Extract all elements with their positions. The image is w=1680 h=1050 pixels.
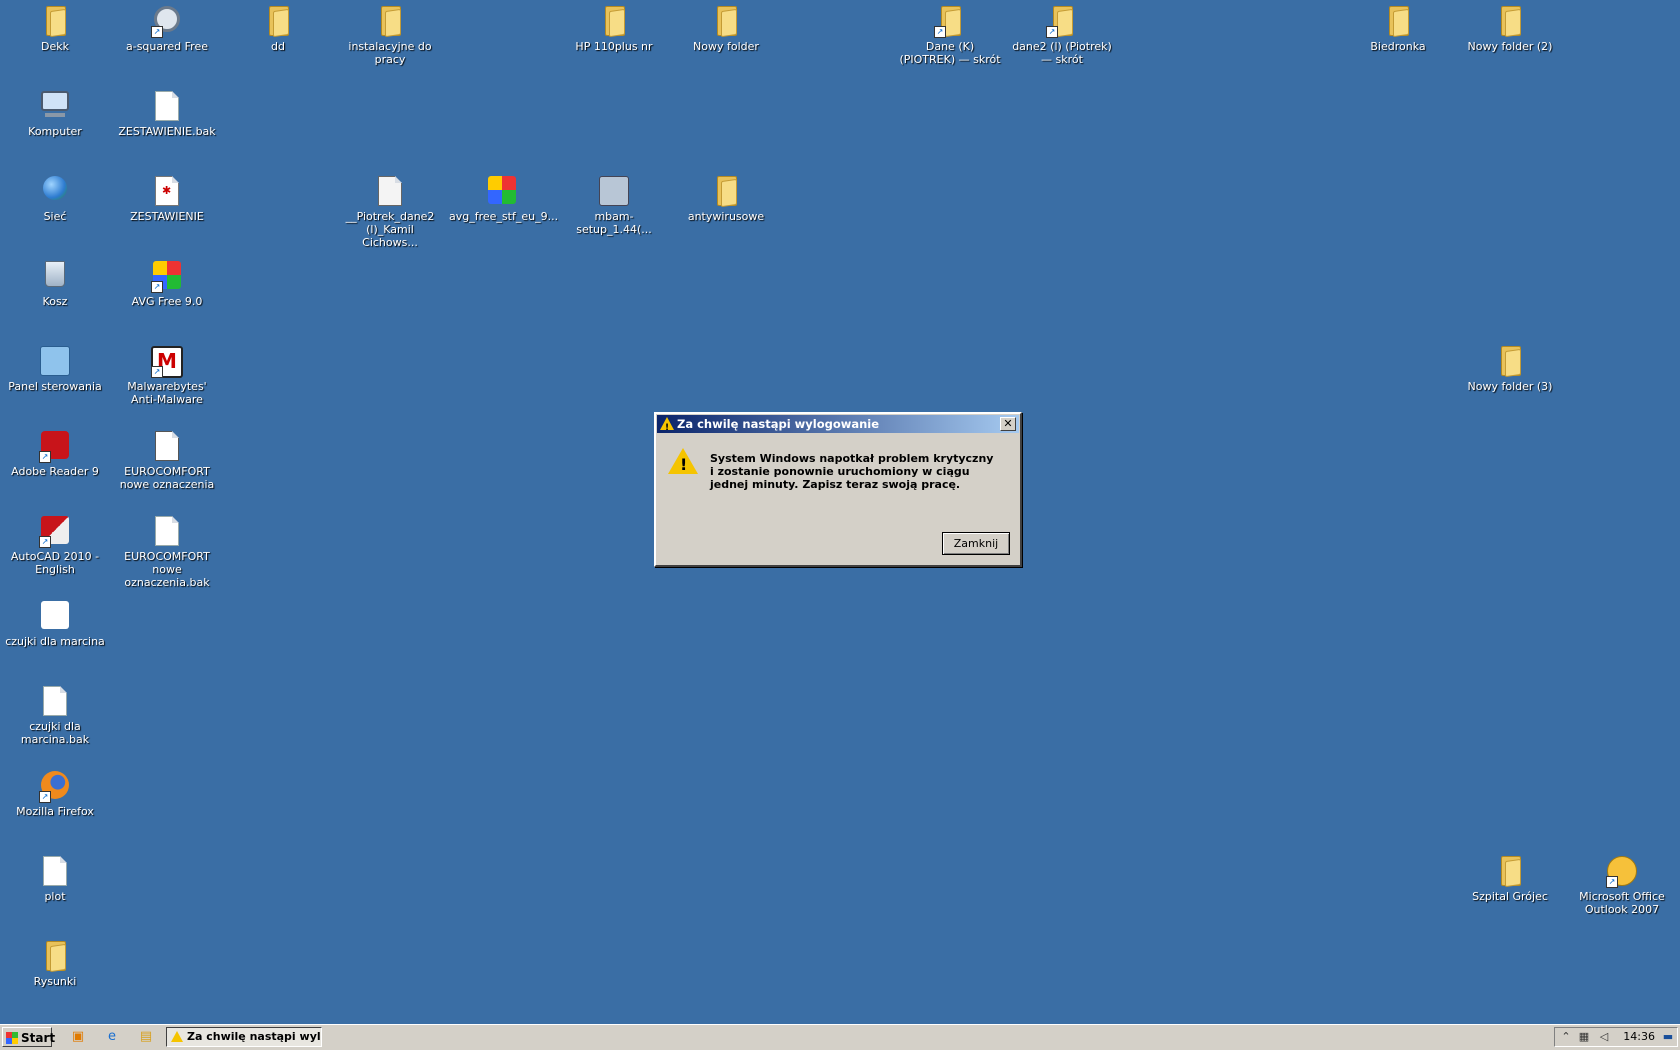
desktop-icon-instalacyjne[interactable]: instalacyjne do pracy: [335, 0, 445, 66]
folder-icon: [710, 176, 742, 208]
drawing-file-icon: ✱: [151, 176, 183, 208]
desktop-icon-mbam-setup[interactable]: mbam-setup_1.44(...: [559, 170, 669, 236]
warning-icon: [171, 1031, 183, 1042]
dialog-message: System Windows napotkał problem krytyczn…: [710, 452, 994, 491]
network-folder-shortcut-icon: ↗: [934, 6, 966, 38]
folder-icon: [1382, 6, 1414, 38]
folder-icon: [1494, 6, 1526, 38]
dialog-title: Za chwilę nastąpi wylogowanie: [677, 417, 880, 431]
recycle-bin-icon: [39, 261, 71, 293]
start-button[interactable]: Start: [2, 1027, 55, 1047]
desktop-icon-plot[interactable]: plot: [0, 850, 110, 903]
network-globe-icon: [39, 176, 71, 208]
show-desktop-icon[interactable]: ▬: [1661, 1030, 1675, 1044]
taskbar: Start ▣ e ▤ Za chwilę nastąpi wyl... ⌃ ▦…: [0, 1024, 1680, 1050]
document-icon: [39, 686, 71, 718]
avg-shortcut-icon: ↗: [151, 261, 183, 293]
document-icon: [151, 91, 183, 123]
folder-icon: [262, 6, 294, 38]
desktop-icon-nowy-folder-2[interactable]: Nowy folder (2): [1455, 0, 1565, 53]
internet-explorer-icon[interactable]: e: [104, 1029, 120, 1045]
desktop-icon-panel-sterowania[interactable]: Panel sterowania: [0, 340, 110, 393]
desktop-icon-rysunki[interactable]: Rysunki: [0, 935, 110, 988]
document-icon: [151, 516, 183, 548]
desktop-icon-eurocomfort[interactable]: EUROCOMFORT nowe oznaczenia: [112, 425, 222, 491]
drawing-file-icon: [374, 176, 406, 208]
desktop-icon-nowy-folder-3[interactable]: Nowy folder (3): [1455, 340, 1565, 393]
folder-icon: [598, 6, 630, 38]
drawing-file-icon: [39, 601, 71, 633]
desktop-icon-siec[interactable]: Sieć: [0, 170, 110, 223]
outlook-shortcut-icon: ↗: [1606, 856, 1638, 888]
desktop-icon-dekk[interactable]: Dekk: [0, 0, 110, 53]
desktop-icon-adobe-reader[interactable]: ↗ Adobe Reader 9: [0, 425, 110, 478]
folder-icon: [710, 6, 742, 38]
media-player-icon[interactable]: ▣: [70, 1029, 86, 1045]
setup-installer-icon: [598, 176, 630, 208]
desktop-icon-hp-110plus[interactable]: HP 110plus nr: [559, 0, 669, 53]
desktop-icon-zestawienie[interactable]: ✱ ZESTAWIENIE: [112, 170, 222, 223]
control-panel-icon: [39, 346, 71, 378]
desktop-icon-antywirusowe[interactable]: antywirusowe: [671, 170, 781, 223]
text-document-icon: [39, 856, 71, 888]
system-tray: ⌃ ▦ ◁ 14:36 ▬: [1554, 1027, 1678, 1047]
zamknij-button[interactable]: Zamknij: [942, 532, 1010, 555]
magnifier-shortcut-icon: ↗: [151, 6, 183, 38]
desktop-icon-komputer[interactable]: Komputer: [0, 85, 110, 138]
desktop-icon-czujki-bak[interactable]: czujki dla marcina.bak: [0, 680, 110, 746]
clock[interactable]: 14:36: [1623, 1028, 1655, 1046]
explorer-folder-icon[interactable]: ▤: [138, 1029, 154, 1045]
avg-installer-icon: [486, 176, 518, 208]
desktop-icon-szpital-grojec[interactable]: Szpital Grójec: [1455, 850, 1565, 903]
folder-icon: [1494, 346, 1526, 378]
folder-icon: [374, 6, 406, 38]
malwarebytes-shortcut-icon: M ↗: [151, 346, 183, 378]
autocad-shortcut-icon: ↗: [39, 516, 71, 548]
drawing-file-icon: [151, 431, 183, 463]
firefox-shortcut-icon: ↗: [39, 771, 71, 803]
desktop-icon-avg-free-stf[interactable]: avg_free_stf_eu_9...: [447, 170, 558, 223]
desktop-icon-zestawienie-bak[interactable]: ZESTAWIENIE.bak: [112, 85, 222, 138]
folder-icon: [1494, 856, 1526, 888]
warning-icon: !: [668, 448, 698, 476]
desktop-icon-czujki[interactable]: czujki dla marcina: [0, 595, 110, 648]
desktop-icon-eurocomfort-bak[interactable]: EUROCOMFORT nowe oznaczenia.bak: [112, 510, 222, 589]
adobe-reader-shortcut-icon: ↗: [39, 431, 71, 463]
network-folder-shortcut-icon: ↗: [1046, 6, 1078, 38]
desktop-icon-malwarebytes[interactable]: M ↗ Malwarebytes' Anti-Malware: [112, 340, 222, 406]
warning-icon: [660, 417, 674, 437]
windows-logo-icon: [6, 1032, 18, 1044]
dialog-title-bar[interactable]: Za chwilę nastąpi wylogowanie ✕: [657, 415, 1019, 437]
folder-icon: [39, 941, 71, 973]
desktop-icon-biedronka[interactable]: Biedronka: [1343, 0, 1453, 53]
desktop-icon-dd[interactable]: dd: [223, 0, 333, 53]
close-button[interactable]: ✕: [1000, 417, 1016, 431]
taskbar-item-logoff-warning[interactable]: Za chwilę nastąpi wyl...: [166, 1027, 322, 1047]
network-icon[interactable]: ▦: [1577, 1030, 1591, 1044]
desktop-icon-avg-free-90[interactable]: ↗ AVG Free 9.0: [112, 255, 222, 308]
show-hidden-icons-icon[interactable]: ⌃: [1559, 1030, 1573, 1044]
desktop-icon-nowy-folder[interactable]: Nowy folder: [671, 0, 781, 53]
user-folder-icon: [39, 6, 71, 38]
desktop-icon-autocad[interactable]: ↗ AutoCAD 2010 - English: [0, 510, 110, 576]
volume-icon[interactable]: ◁: [1597, 1030, 1611, 1044]
desktop-icon-kosz[interactable]: Kosz: [0, 255, 110, 308]
desktop-icon-firefox[interactable]: ↗ Mozilla Firefox: [0, 765, 110, 818]
desktop-icon-dane-k[interactable]: ↗ Dane (K) (PIOTREK) — skrót: [895, 0, 1005, 66]
logoff-warning-dialog: Za chwilę nastąpi wylogowanie ✕ ! System…: [654, 412, 1022, 567]
desktop-icon-piotrek-dane2[interactable]: __Piotrek_dane2 (l)_Kamil Cichows...: [335, 170, 445, 249]
desktop-icon-a-squared[interactable]: ↗ a-squared Free: [112, 0, 222, 53]
desktop-icon-outlook[interactable]: ↗ Microsoft Office Outlook 2007: [1567, 850, 1677, 916]
desktop-icon-dane2[interactable]: ↗ dane2 (l) (Piotrek) — skrót: [1007, 0, 1117, 66]
computer-icon: [39, 91, 71, 123]
